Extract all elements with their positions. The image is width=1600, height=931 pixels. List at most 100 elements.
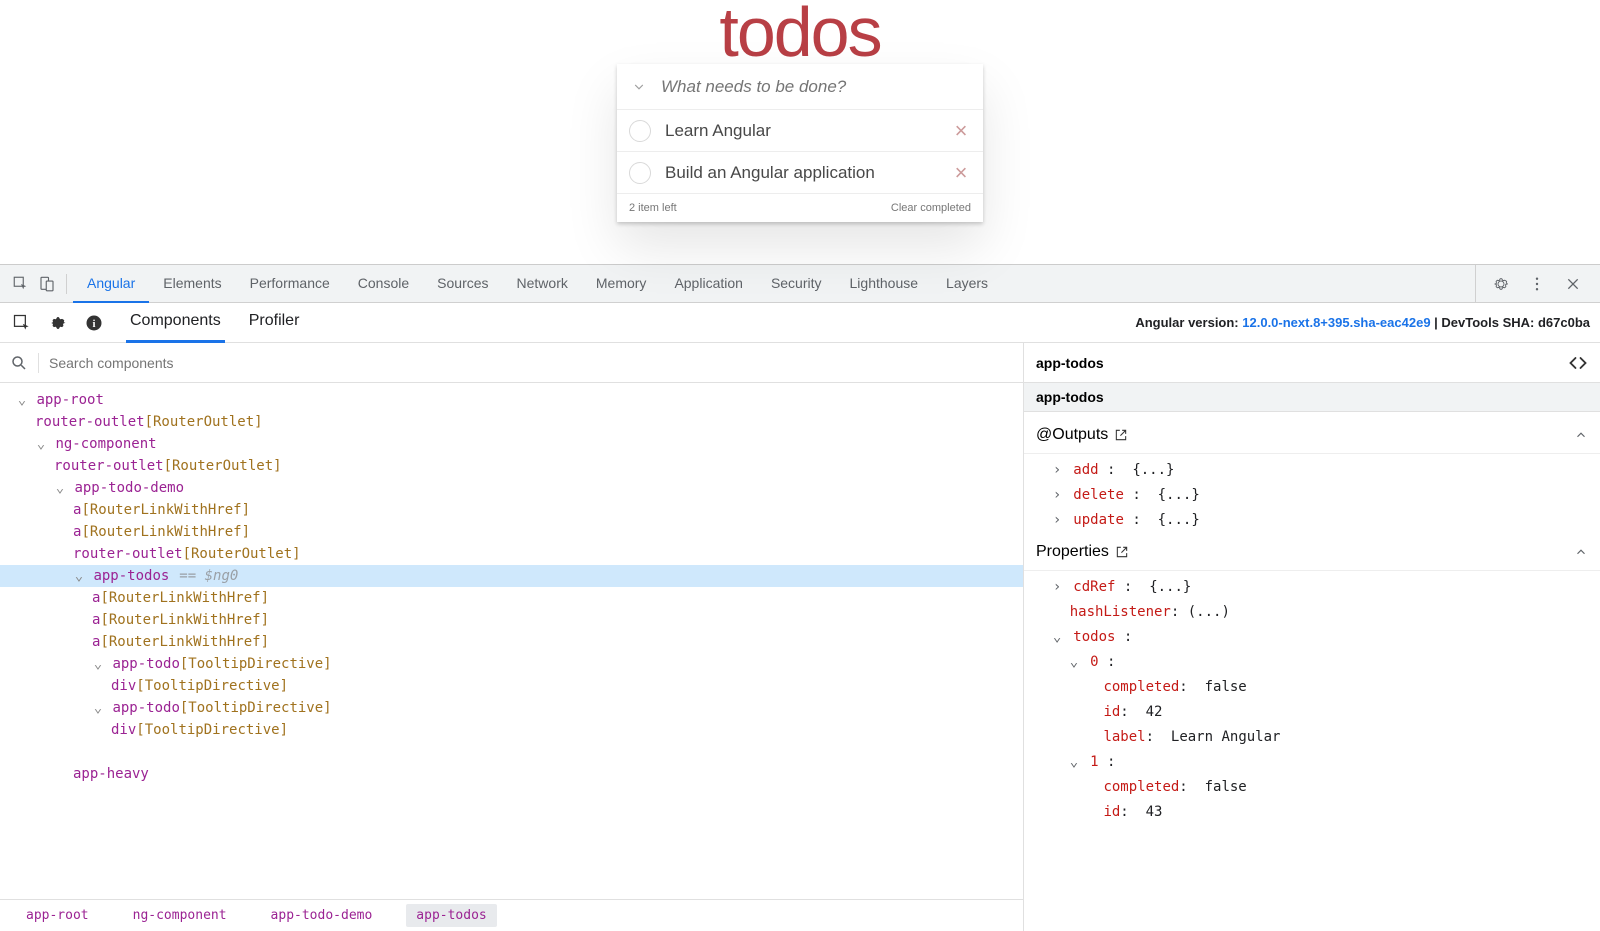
chevron-right-icon[interactable]: › [1053, 508, 1065, 533]
devtools-tab-memory[interactable]: Memory [582, 265, 661, 303]
chevron-down-icon[interactable]: ⌄ [92, 697, 104, 719]
property-row[interactable]: › delete : {...} [1024, 483, 1600, 508]
component-tree-panel: ⌄ app-rootrouter-outlet[RouterOutlet]⌄ n… [0, 343, 1024, 931]
devtools-tab-application[interactable]: Application [660, 265, 757, 303]
more-vertical-icon[interactable] [1524, 271, 1550, 297]
property-row[interactable]: › add : {...} [1024, 458, 1600, 483]
chevron-down-icon[interactable]: ⌄ [54, 477, 66, 499]
section-title: Properties [1024, 533, 1600, 571]
property-row[interactable]: ⌄ todos : [1024, 625, 1600, 650]
open-external-icon[interactable] [1114, 428, 1128, 442]
search-input[interactable] [49, 355, 1013, 371]
toggle-all-icon[interactable] [629, 77, 649, 97]
property-row[interactable]: › cdRef : {...} [1024, 575, 1600, 600]
version-link[interactable]: 12.0.0-next.8+395.sha-eac42e9 [1242, 315, 1430, 330]
todo-checkbox[interactable] [629, 120, 651, 142]
gear-icon[interactable] [1488, 271, 1514, 297]
inspect-element-icon[interactable] [8, 271, 34, 297]
chevron-down-icon[interactable]: ⌄ [1053, 625, 1065, 650]
tree-row[interactable] [0, 741, 1023, 763]
todo-destroy-icon[interactable]: × [951, 121, 971, 141]
todo-checkbox[interactable] [629, 162, 651, 184]
property-row[interactable]: completed: false [1024, 775, 1600, 800]
chevron-right-icon[interactable]: › [1053, 483, 1065, 508]
tree-row[interactable]: div[TooltipDirective] [0, 719, 1023, 741]
property-row[interactable]: ⌄ 0 : [1024, 650, 1600, 675]
breadcrumb-segment[interactable]: app-todo-demo [261, 904, 383, 927]
settings-gear-icon[interactable] [46, 311, 70, 335]
tree-row[interactable]: a[RouterLinkWithHref] [0, 499, 1023, 521]
component-search-row [0, 343, 1023, 383]
close-icon[interactable] [1560, 271, 1586, 297]
pick-component-icon[interactable] [10, 311, 34, 335]
properties-header: app-todos [1024, 343, 1600, 383]
device-toggle-icon[interactable] [34, 271, 60, 297]
devtools-tab-elements[interactable]: Elements [149, 265, 235, 303]
new-todo-row [617, 64, 983, 110]
tree-row[interactable]: router-outlet[RouterOutlet] [0, 411, 1023, 433]
devtools-tab-console[interactable]: Console [344, 265, 423, 303]
tree-row[interactable]: a[RouterLinkWithHref] [0, 609, 1023, 631]
todo-item: Learn Angular × [617, 110, 983, 152]
tree-row[interactable]: ⌄ app-todo[TooltipDirective] [0, 697, 1023, 719]
chevron-down-icon[interactable]: ⌄ [35, 433, 47, 455]
properties-subheader: app-todos [1024, 383, 1600, 412]
ng-subtab-components[interactable]: Components [126, 303, 225, 343]
tree-row[interactable]: ⌄ app-todos== $ng0 [0, 565, 1023, 587]
tree-row[interactable]: router-outlet[RouterOutlet] [0, 455, 1023, 477]
chevron-right-icon[interactable]: › [1053, 458, 1065, 483]
devtools-tab-layers[interactable]: Layers [932, 265, 1002, 303]
tree-row[interactable]: router-outlet[RouterOutlet] [0, 543, 1023, 565]
tree-row[interactable]: ⌄ ng-component [0, 433, 1023, 455]
property-row[interactable]: hashListener: (...) [1024, 600, 1600, 625]
view-source-icon[interactable] [1568, 353, 1588, 373]
todoapp-card: Learn Angular × Build an Angular applica… [617, 64, 983, 222]
breadcrumb-segment[interactable]: app-root [16, 904, 99, 927]
tree-row[interactable]: a[RouterLinkWithHref] [0, 587, 1023, 609]
devtools-tab-angular[interactable]: Angular [73, 265, 149, 303]
component-tree[interactable]: ⌄ app-rootrouter-outlet[RouterOutlet]⌄ n… [0, 383, 1023, 899]
tree-row[interactable]: ⌄ app-todo-demo [0, 477, 1023, 499]
todo-count: 2 item left [629, 202, 677, 214]
chevron-down-icon[interactable]: ⌄ [16, 389, 28, 411]
new-todo-input[interactable] [649, 69, 971, 105]
info-icon[interactable]: i [82, 311, 106, 335]
breadcrumb-segment[interactable]: ng-component [123, 904, 237, 927]
devtools-tabs: AngularElementsPerformanceConsoleSources… [0, 265, 1600, 303]
property-row[interactable]: › update : {...} [1024, 508, 1600, 533]
tree-row[interactable]: ⌄ app-todo[TooltipDirective] [0, 653, 1023, 675]
property-row[interactable]: completed: false [1024, 675, 1600, 700]
tree-row[interactable]: a[RouterLinkWithHref] [0, 631, 1023, 653]
tree-row[interactable]: ⌄ app-root [0, 389, 1023, 411]
app-title: todos [719, 0, 880, 72]
breadcrumb-segment[interactable]: app-todos [406, 904, 496, 927]
chevron-up-icon[interactable] [1574, 545, 1588, 559]
chevron-down-icon[interactable]: ⌄ [92, 653, 104, 675]
ng-subtab-profiler[interactable]: Profiler [245, 303, 304, 343]
section-title: @Outputs [1024, 416, 1600, 454]
devtools-tab-performance[interactable]: Performance [236, 265, 344, 303]
chevron-down-icon[interactable]: ⌄ [1070, 750, 1082, 775]
todo-label: Build an Angular application [665, 163, 951, 183]
todo-label: Learn Angular [665, 121, 951, 141]
devtools: AngularElementsPerformanceConsoleSources… [0, 264, 1600, 931]
properties-body[interactable]: @Outputs › add : {...} › delete : {...} … [1024, 412, 1600, 931]
devtools-tab-sources[interactable]: Sources [423, 265, 502, 303]
chevron-down-icon[interactable]: ⌄ [1070, 650, 1082, 675]
devtools-tab-security[interactable]: Security [757, 265, 836, 303]
property-row[interactable]: label: Learn Angular [1024, 725, 1600, 750]
todo-destroy-icon[interactable]: × [951, 163, 971, 183]
tree-row[interactable]: a[RouterLinkWithHref] [0, 521, 1023, 543]
property-row[interactable]: id: 42 [1024, 700, 1600, 725]
tree-row[interactable]: app-heavy [0, 763, 1023, 785]
chevron-down-icon[interactable]: ⌄ [73, 565, 85, 587]
clear-completed-button[interactable]: Clear completed [891, 202, 971, 214]
tree-row[interactable]: div[TooltipDirective] [0, 675, 1023, 697]
devtools-tab-network[interactable]: Network [503, 265, 582, 303]
devtools-tab-lighthouse[interactable]: Lighthouse [836, 265, 933, 303]
chevron-up-icon[interactable] [1574, 428, 1588, 442]
chevron-right-icon[interactable]: › [1053, 575, 1065, 600]
open-external-icon[interactable] [1115, 545, 1129, 559]
property-row[interactable]: id: 43 [1024, 800, 1600, 825]
property-row[interactable]: ⌄ 1 : [1024, 750, 1600, 775]
